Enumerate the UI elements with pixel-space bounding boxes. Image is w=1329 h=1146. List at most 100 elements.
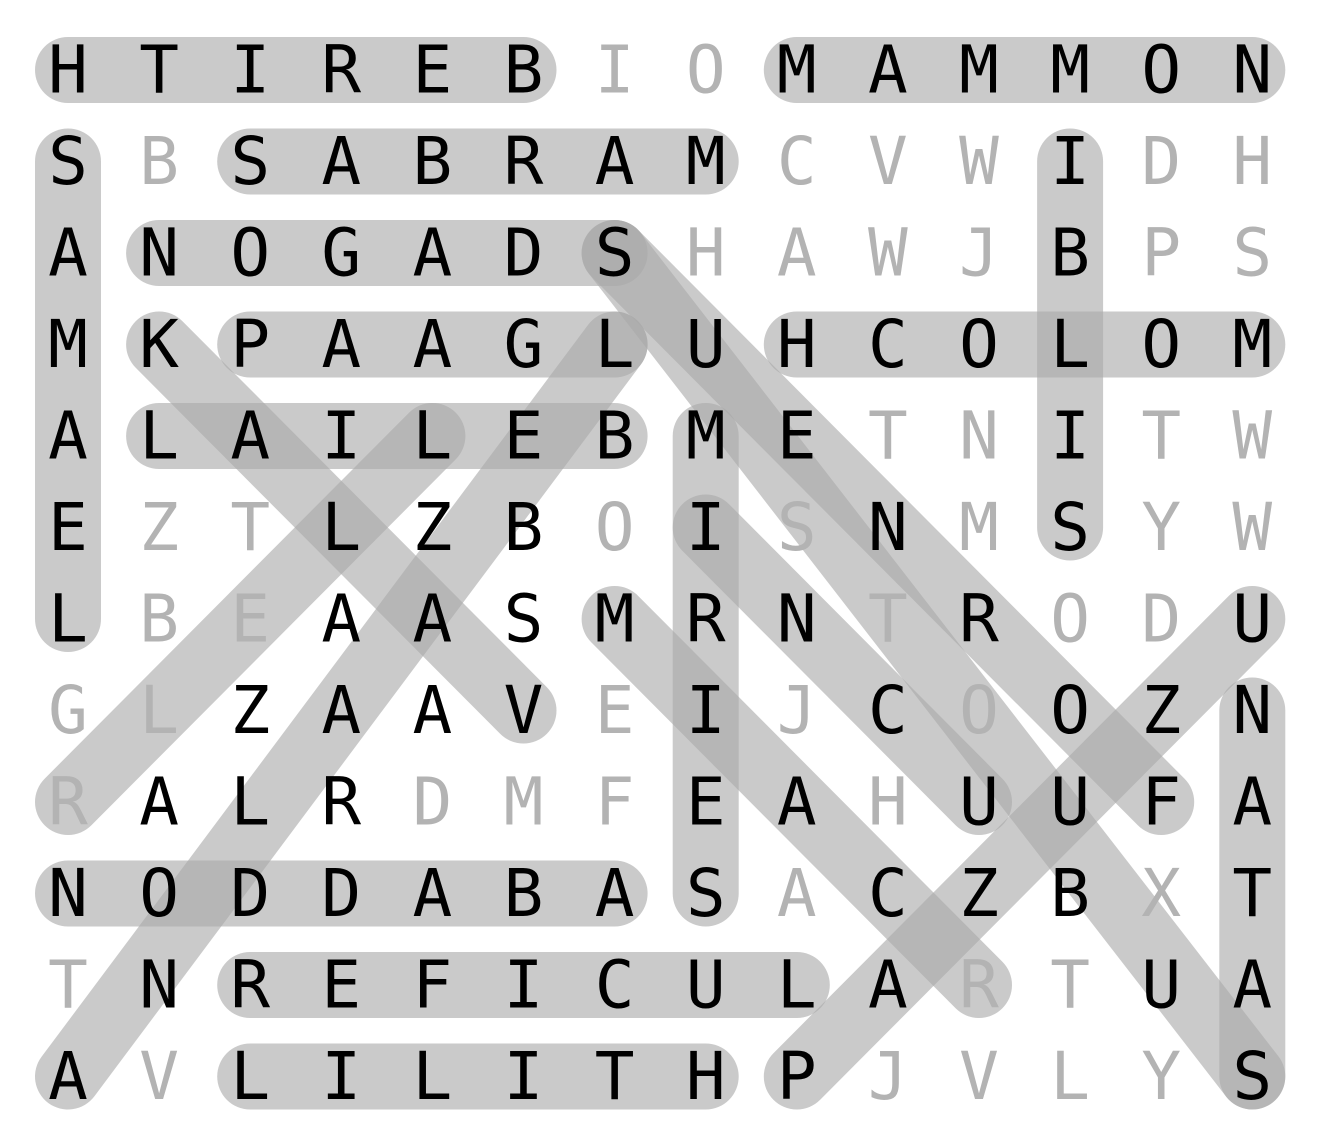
grid-cell-r7-c2[interactable]: Z xyxy=(230,672,270,749)
grid-cell-r9-c5[interactable]: B xyxy=(504,855,544,932)
grid-cell-r5-c1[interactable]: Z xyxy=(139,489,179,566)
grid-cell-r3-c10[interactable]: O xyxy=(959,306,999,383)
grid-cell-r5-c13[interactable]: W xyxy=(1232,489,1272,566)
grid-cell-r8-c11[interactable]: U xyxy=(1050,764,1090,841)
grid-cell-r4-c12[interactable]: T xyxy=(1141,398,1181,475)
grid-cell-r6-c12[interactable]: D xyxy=(1141,581,1181,658)
grid-cell-r8-c5[interactable]: M xyxy=(504,764,544,841)
grid-cell-r8-c4[interactable]: D xyxy=(413,764,453,841)
grid-cell-r0-c13[interactable]: N xyxy=(1232,32,1272,109)
grid-cell-r3-c6[interactable]: L xyxy=(595,306,635,383)
grid-cell-r10-c0[interactable]: T xyxy=(48,947,88,1024)
grid-cell-r7-c5[interactable]: V xyxy=(504,672,544,749)
grid-cell-r7-c13[interactable]: N xyxy=(1232,672,1272,749)
grid-cell-r5-c7[interactable]: I xyxy=(686,489,726,566)
grid-cell-r0-c8[interactable]: M xyxy=(777,32,817,109)
grid-cell-r1-c11[interactable]: I xyxy=(1050,123,1090,200)
grid-cell-r7-c10[interactable]: O xyxy=(959,672,999,749)
grid-cell-r3-c3[interactable]: A xyxy=(321,306,361,383)
grid-cell-r11-c3[interactable]: I xyxy=(321,1038,361,1115)
grid-cell-r4-c9[interactable]: T xyxy=(868,398,908,475)
grid-cell-r3-c1[interactable]: K xyxy=(139,306,179,383)
grid-cell-r7-c0[interactable]: G xyxy=(48,672,88,749)
grid-cell-r2-c3[interactable]: G xyxy=(321,215,361,292)
grid-cell-r1-c9[interactable]: V xyxy=(868,123,908,200)
grid-cell-r5-c4[interactable]: Z xyxy=(413,489,453,566)
grid-cell-r3-c13[interactable]: M xyxy=(1232,306,1272,383)
grid-cell-r9-c1[interactable]: O xyxy=(139,855,179,932)
grid-cell-r10-c1[interactable]: N xyxy=(139,947,179,1024)
grid-cell-r7-c8[interactable]: J xyxy=(777,672,817,749)
grid-cell-r6-c9[interactable]: T xyxy=(868,581,908,658)
grid-cell-r0-c12[interactable]: O xyxy=(1141,32,1181,109)
grid-cell-r6-c5[interactable]: S xyxy=(504,581,544,658)
grid-cell-r9-c11[interactable]: B xyxy=(1050,855,1090,932)
grid-cell-r8-c10[interactable]: U xyxy=(959,764,999,841)
grid-cell-r7-c7[interactable]: I xyxy=(686,672,726,749)
grid-cell-r2-c11[interactable]: B xyxy=(1050,215,1090,292)
grid-cell-r2-c10[interactable]: J xyxy=(959,215,999,292)
grid-cell-r10-c12[interactable]: U xyxy=(1141,947,1181,1024)
grid-cell-r4-c10[interactable]: N xyxy=(959,398,999,475)
grid-cell-r6-c8[interactable]: N xyxy=(777,581,817,658)
grid-cell-r0-c0[interactable]: H xyxy=(48,32,88,109)
grid-cell-r0-c2[interactable]: I xyxy=(230,32,270,109)
grid-cell-r6-c1[interactable]: B xyxy=(139,581,179,658)
grid-cell-r6-c4[interactable]: A xyxy=(413,581,453,658)
grid-cell-r4-c7[interactable]: M xyxy=(686,398,726,475)
grid-cell-r11-c11[interactable]: L xyxy=(1050,1038,1090,1115)
grid-cell-r11-c12[interactable]: Y xyxy=(1141,1038,1181,1115)
grid-cell-r9-c10[interactable]: Z xyxy=(959,855,999,932)
grid-cell-r9-c8[interactable]: A xyxy=(777,855,817,932)
grid-cell-r11-c10[interactable]: V xyxy=(959,1038,999,1115)
grid-cell-r7-c9[interactable]: C xyxy=(868,672,908,749)
grid-cell-r10-c2[interactable]: R xyxy=(230,947,270,1024)
grid-cell-r9-c13[interactable]: T xyxy=(1232,855,1272,932)
grid-cell-r0-c11[interactable]: M xyxy=(1050,32,1090,109)
grid-cell-r8-c3[interactable]: R xyxy=(321,764,361,841)
grid-cell-r2-c7[interactable]: H xyxy=(686,215,726,292)
grid-cell-r2-c9[interactable]: W xyxy=(868,215,908,292)
grid-cell-r10-c6[interactable]: C xyxy=(595,947,635,1024)
grid-cell-r3-c12[interactable]: O xyxy=(1141,306,1181,383)
grid-cell-r3-c0[interactable]: M xyxy=(48,306,88,383)
grid-cell-r2-c12[interactable]: P xyxy=(1141,215,1181,292)
grid-cell-r2-c4[interactable]: A xyxy=(413,215,453,292)
grid-cell-r5-c10[interactable]: M xyxy=(959,489,999,566)
grid-cell-r11-c4[interactable]: L xyxy=(413,1038,453,1115)
grid-cell-r9-c2[interactable]: D xyxy=(230,855,270,932)
grid-cell-r1-c10[interactable]: W xyxy=(959,123,999,200)
grid-cell-r4-c11[interactable]: I xyxy=(1050,398,1090,475)
grid-cell-r2-c1[interactable]: N xyxy=(139,215,179,292)
grid-cell-r5-c11[interactable]: S xyxy=(1050,489,1090,566)
grid-cell-r4-c8[interactable]: E xyxy=(777,398,817,475)
grid-cell-r8-c1[interactable]: A xyxy=(139,764,179,841)
grid-cell-r11-c5[interactable]: I xyxy=(504,1038,544,1115)
grid-cell-r8-c9[interactable]: H xyxy=(868,764,908,841)
grid-cell-r8-c0[interactable]: R xyxy=(48,764,88,841)
grid-cell-r7-c6[interactable]: E xyxy=(595,672,635,749)
grid-cell-r4-c6[interactable]: B xyxy=(595,398,635,475)
grid-cell-r8-c7[interactable]: E xyxy=(686,764,726,841)
grid-cell-r4-c0[interactable]: A xyxy=(48,398,88,475)
grid-cell-r4-c1[interactable]: L xyxy=(139,398,179,475)
grid-cell-r11-c2[interactable]: L xyxy=(230,1038,270,1115)
grid-cell-r0-c9[interactable]: A xyxy=(868,32,908,109)
grid-cell-r3-c8[interactable]: H xyxy=(777,306,817,383)
grid-cell-r8-c2[interactable]: L xyxy=(230,764,270,841)
grid-cell-r10-c13[interactable]: A xyxy=(1232,947,1272,1024)
grid-cell-r7-c11[interactable]: O xyxy=(1050,672,1090,749)
grid-cell-r5-c5[interactable]: B xyxy=(504,489,544,566)
grid-cell-r2-c8[interactable]: A xyxy=(777,215,817,292)
grid-cell-r0-c6[interactable]: I xyxy=(595,32,635,109)
grid-cell-r11-c7[interactable]: H xyxy=(686,1038,726,1115)
grid-cell-r8-c6[interactable]: F xyxy=(595,764,635,841)
grid-cell-r0-c1[interactable]: T xyxy=(139,32,179,109)
grid-cell-r9-c9[interactable]: C xyxy=(868,855,908,932)
grid-cell-r7-c1[interactable]: L xyxy=(139,672,179,749)
grid-cell-r6-c10[interactable]: R xyxy=(959,581,999,658)
grid-cell-r10-c10[interactable]: R xyxy=(959,947,999,1024)
grid-cell-r6-c7[interactable]: R xyxy=(686,581,726,658)
grid-cell-r1-c0[interactable]: S xyxy=(48,123,88,200)
grid-cell-r5-c0[interactable]: E xyxy=(48,489,88,566)
